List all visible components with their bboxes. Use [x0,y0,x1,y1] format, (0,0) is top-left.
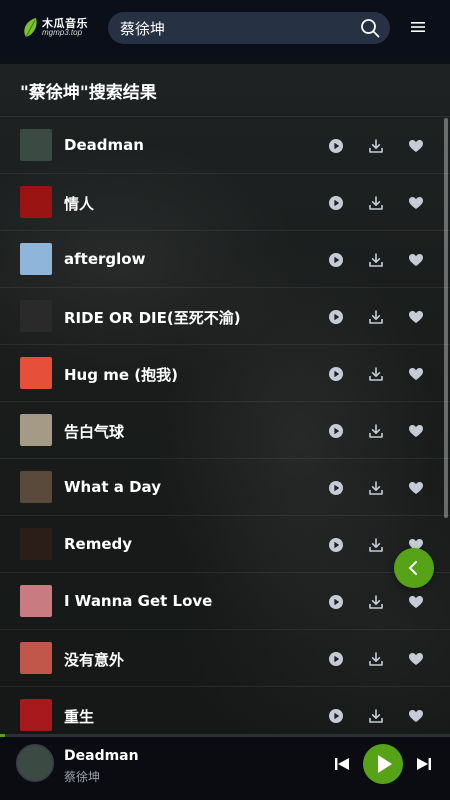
now-playing-cover[interactable] [16,744,54,782]
song-row[interactable]: I Wanna Get Love [0,572,450,629]
song-cover [20,414,52,446]
song-cover [20,585,52,617]
collapse-button[interactable] [394,548,434,588]
menu-icon[interactable] [410,20,426,34]
heart-icon[interactable] [408,708,424,724]
song-title: afterglow [64,250,146,268]
search-icon[interactable] [360,18,380,38]
song-title: Hug me (抱我) [64,366,178,384]
song-cover [20,300,52,332]
song-title: Remedy [64,535,133,553]
song-row[interactable]: 没有意外 [0,629,450,686]
heart-icon[interactable] [408,594,424,610]
download-icon[interactable] [368,309,384,325]
song-row[interactable]: RIDE OR DIE(至死不渝) [0,287,450,344]
chevron-left-icon [409,561,417,575]
progress-track[interactable] [0,734,450,737]
logo-domain: mgmp3.top [42,28,83,37]
results-title: "蔡徐坤"搜索结果 [20,83,157,103]
play-circle-icon[interactable] [328,480,344,496]
heart-icon[interactable] [408,651,424,667]
now-playing-title: Deadman [64,748,139,764]
song-cover [20,528,52,560]
heart-icon[interactable] [408,252,424,268]
song-row[interactable]: afterglow [0,230,450,287]
play-circle-icon[interactable] [328,537,344,553]
app-logo[interactable]: 木瓜音乐 mgmp3.top [22,14,92,42]
song-cover [20,471,52,503]
play-circle-icon[interactable] [328,423,344,439]
song-title: RIDE OR DIE(至死不渝) [64,309,241,327]
play-circle-icon[interactable] [328,138,344,154]
download-icon[interactable] [368,366,384,382]
download-icon[interactable] [368,537,384,553]
song-row[interactable]: 重生 [0,686,450,734]
play-circle-icon[interactable] [328,195,344,211]
song-title: 告白气球 [64,423,125,441]
song-cover [20,186,52,218]
song-row[interactable]: Deadman [0,116,450,173]
now-playing-artist: 蔡徐坤 [64,770,101,784]
download-icon[interactable] [368,708,384,724]
song-cover [20,129,52,161]
download-icon[interactable] [368,480,384,496]
search-bar [108,12,390,44]
play-circle-icon[interactable] [328,366,344,382]
leaf-icon [24,18,37,38]
song-title: 重生 [64,708,95,726]
heart-icon[interactable] [408,366,424,382]
heart-icon[interactable] [408,480,424,496]
download-icon[interactable] [368,195,384,211]
song-title: 情人 [64,195,95,213]
song-cover [20,642,52,674]
search-input[interactable] [120,12,350,44]
song-row[interactable]: What a Day [0,458,450,515]
song-row[interactable]: 告白气球 [0,401,450,458]
play-circle-icon[interactable] [328,252,344,268]
top-bar: 木瓜音乐 mgmp3.top [0,0,450,56]
song-cover [20,699,52,731]
heart-icon[interactable] [408,138,424,154]
play-circle-icon[interactable] [328,309,344,325]
play-circle-icon[interactable] [328,708,344,724]
song-row[interactable]: 情人 [0,173,450,230]
download-icon[interactable] [368,138,384,154]
skip-next-icon[interactable] [415,755,433,773]
song-row[interactable]: Hug me (抱我) [0,344,450,401]
download-icon[interactable] [368,423,384,439]
heart-icon[interactable] [408,309,424,325]
song-cover [20,357,52,389]
download-icon[interactable] [368,651,384,667]
download-icon[interactable] [368,252,384,268]
play-circle-icon[interactable] [328,651,344,667]
play-icon [378,755,392,773]
heart-icon[interactable] [408,423,424,439]
player-bar: Deadman 蔡徐坤 [0,734,450,800]
song-title: What a Day [64,478,161,496]
skip-previous-icon[interactable] [333,755,351,773]
song-title: Deadman [64,136,144,154]
song-title: 没有意外 [64,651,125,669]
play-circle-icon[interactable] [328,594,344,610]
heart-icon[interactable] [408,195,424,211]
song-row[interactable]: Remedy [0,515,450,572]
download-icon[interactable] [368,594,384,610]
progress-fill [0,734,5,737]
play-button[interactable] [363,744,403,784]
song-title: I Wanna Get Love [64,592,213,610]
results-panel: "蔡徐坤"搜索结果 Deadman 情人 afterglow RIDE OR DIE(… [0,64,450,734]
song-cover [20,243,52,275]
scrollbar[interactable] [444,118,448,518]
